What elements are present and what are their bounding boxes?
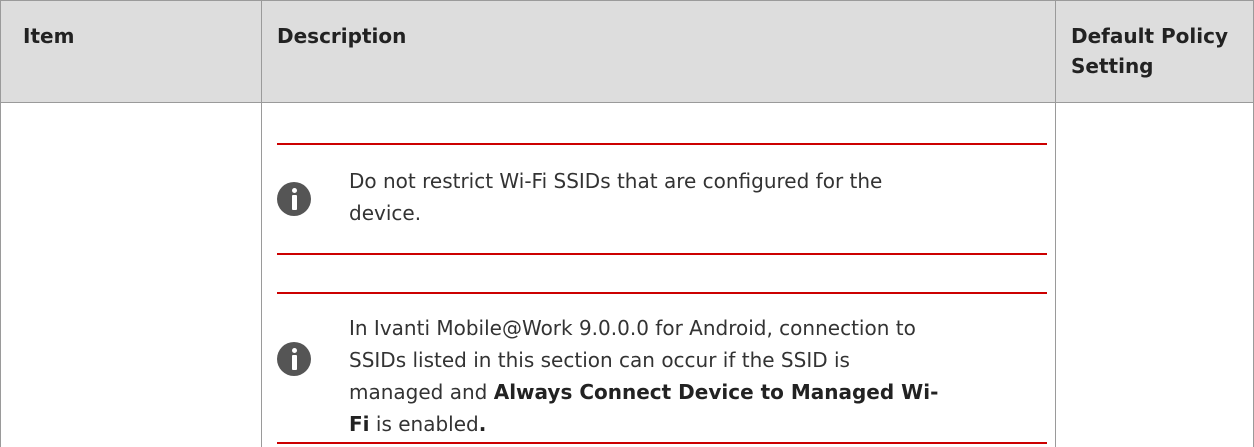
column-divider-2 bbox=[1055, 0, 1056, 447]
header-default-line2: Setting bbox=[1071, 54, 1154, 78]
header-item: Item bbox=[23, 24, 75, 48]
note-bottom-rule bbox=[277, 442, 1047, 444]
note-line: managed and bbox=[349, 380, 494, 404]
header-default-policy: Default Policy Setting bbox=[1071, 21, 1228, 81]
note-callout: In Ivanti Mobile@Work 9.0.0.0 for Androi… bbox=[277, 292, 1047, 447]
note-bold-text: Always Connect Device to Managed Wi- bbox=[493, 380, 939, 404]
info-icon bbox=[277, 342, 311, 376]
policy-table: Item Description Default Policy Setting … bbox=[0, 0, 1254, 447]
note-line: is enabled bbox=[369, 412, 479, 436]
note-text: In Ivanti Mobile@Work 9.0.0.0 for Androi… bbox=[349, 286, 1039, 440]
column-divider-1 bbox=[261, 0, 262, 447]
header-description: Description bbox=[277, 24, 407, 48]
note-line: SSIDs listed in this section can occur i… bbox=[349, 348, 850, 372]
table-header-row: Item Description Default Policy Setting bbox=[1, 0, 1253, 103]
note-line: Do not restrict Wi-Fi SSIDs that are con… bbox=[349, 169, 883, 193]
header-default-line1: Default Policy bbox=[1071, 24, 1228, 48]
note-line: device. bbox=[349, 201, 422, 225]
note-text: Do not restrict Wi-Fi SSIDs that are con… bbox=[349, 165, 1039, 229]
note-callout: Do not restrict Wi-Fi SSIDs that are con… bbox=[277, 143, 1047, 255]
note-bold-text: Fi bbox=[349, 412, 370, 436]
info-icon bbox=[277, 182, 311, 216]
note-line: In Ivanti Mobile@Work 9.0.0.0 for Androi… bbox=[349, 316, 916, 340]
note-bold-period: . bbox=[478, 412, 487, 436]
